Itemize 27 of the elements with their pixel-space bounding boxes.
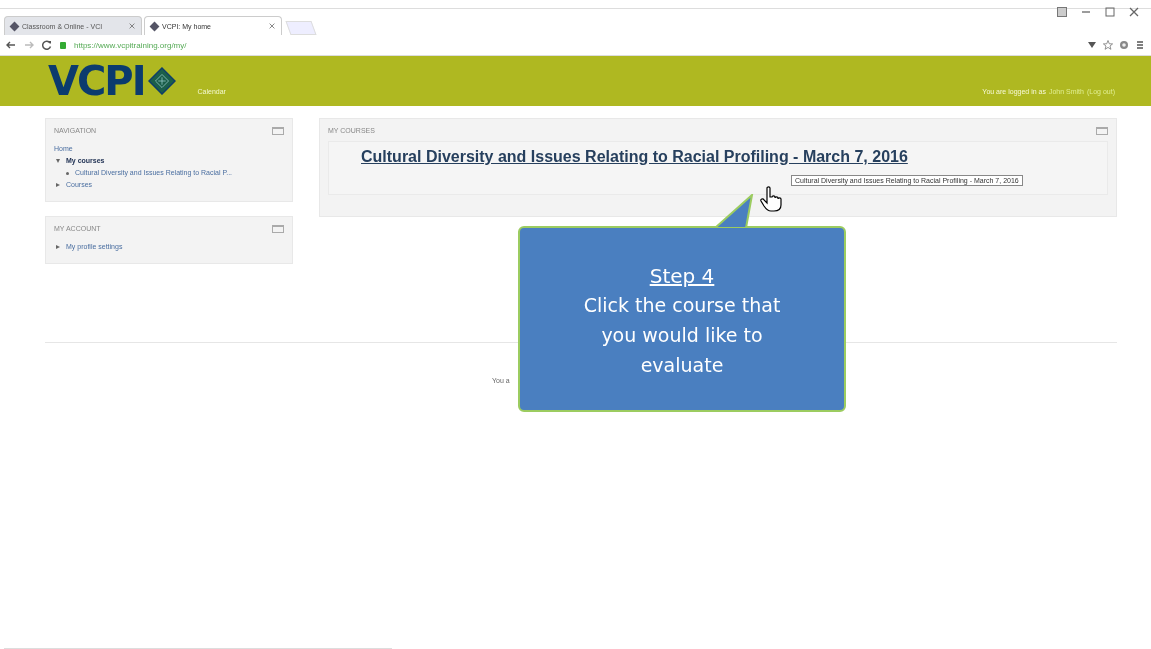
close-icon[interactable] — [269, 23, 275, 29]
star-icon[interactable] — [1103, 40, 1113, 50]
dock-icon[interactable] — [1096, 127, 1108, 135]
course-link[interactable]: Cultural Diversity and Issues Relating to Racial Profiling - March 7, 2016 — [361, 148, 908, 165]
dock-icon[interactable] — [272, 127, 284, 135]
reload-icon[interactable] — [42, 40, 52, 50]
collapsed-arrow-icon[interactable] — [56, 183, 60, 187]
address-field[interactable]: https://www.vcpitraining.org/my/ — [74, 40, 187, 50]
favicon-icon — [9, 21, 20, 31]
collapsed-arrow-icon[interactable] — [56, 245, 60, 249]
expanded-arrow-icon[interactable] — [56, 159, 60, 163]
callout-heading: Step 4 — [648, 263, 716, 290]
filter-icon[interactable] — [1087, 40, 1097, 50]
close-icon[interactable] — [1129, 7, 1139, 17]
menu-icon[interactable] — [1135, 40, 1145, 50]
close-icon[interactable] — [129, 23, 135, 29]
favicon-icon — [149, 21, 160, 31]
diamond-logo-icon — [147, 67, 176, 95]
back-icon[interactable] — [6, 40, 16, 50]
lock-icon — [60, 41, 66, 49]
maximize-icon[interactable] — [1105, 7, 1115, 17]
bullet-icon — [66, 171, 69, 175]
extension-icon[interactable] — [1119, 40, 1129, 50]
callout-text: Click the course that you would like to evaluate — [582, 293, 782, 378]
forward-icon[interactable] — [24, 40, 34, 50]
site-logo[interactable]: VCPI — [48, 58, 145, 104]
dock-icon[interactable] — [272, 225, 284, 233]
